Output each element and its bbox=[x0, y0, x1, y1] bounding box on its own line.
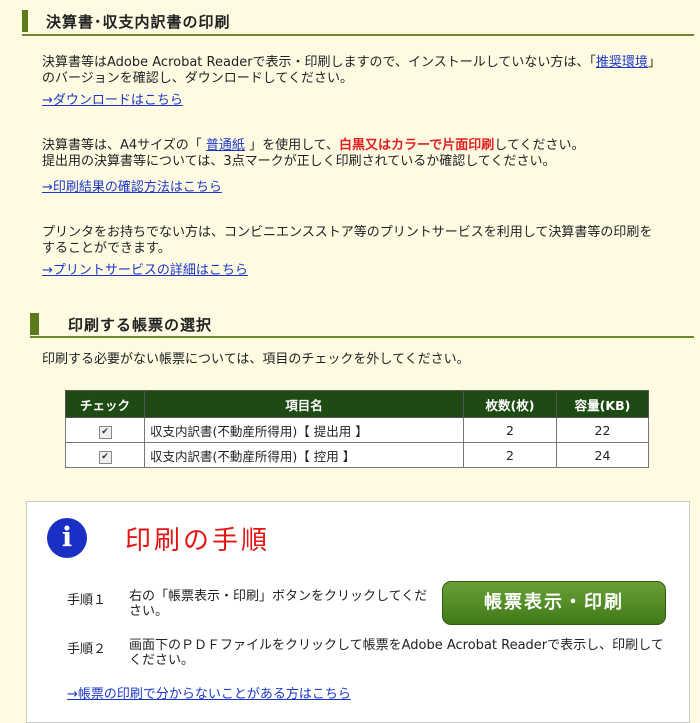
col-size: 容量(KB) bbox=[556, 390, 649, 418]
check-cell: ✔ bbox=[65, 417, 145, 443]
print-procedure-panel: i 印刷の手順 手順１ 右の「帳票表示・印刷」ボタンをクリックしてください。 帳… bbox=[26, 501, 690, 723]
printer-notice: プリンタをお持ちでない方は、コンビニエンスストア等のプリントサービスを利用して決… bbox=[42, 225, 653, 256]
section-header-form-select: 印刷する帳票の選択 bbox=[30, 310, 694, 338]
section-header-bar bbox=[30, 313, 39, 335]
paper-text-post: してください。 bbox=[494, 138, 585, 153]
step2-label: 手順２ bbox=[67, 642, 107, 657]
forms-table: チェック 項目名 枚数(枚) 容量(KB) ✔ 収支内訳書(不動産所得用)【 提… bbox=[65, 390, 649, 468]
plain-paper-link[interactable]: 普通紙 bbox=[206, 138, 245, 153]
display-print-button[interactable]: 帳票表示・印刷 bbox=[442, 581, 666, 625]
print-service-link[interactable]: →プリントサービスの詳細はこちら bbox=[42, 263, 248, 278]
print-help-link[interactable]: →帳票の印刷で分からないことがある方はこちら bbox=[67, 683, 351, 702]
section-title: 決算書･収支内訳書の印刷 bbox=[46, 13, 231, 31]
print-mode-emphasis: 白黒又はカラーで片面印刷 bbox=[339, 138, 495, 153]
col-check: チェック bbox=[65, 390, 145, 418]
col-item-name: 項目名 bbox=[144, 390, 464, 418]
info-icon: i bbox=[47, 518, 87, 558]
procedure-title: 印刷の手順 bbox=[125, 526, 271, 556]
section-title: 印刷する帳票の選択 bbox=[68, 316, 213, 334]
step1-label: 手順１ bbox=[67, 593, 107, 608]
section-header-print: 決算書･収支内訳書の印刷 bbox=[22, 8, 694, 36]
row-checkbox[interactable]: ✔ bbox=[98, 425, 112, 439]
paper-text-mid: 」を使用して、 bbox=[244, 138, 340, 153]
file-size: 24 bbox=[556, 442, 649, 468]
page-count: 2 bbox=[463, 417, 557, 443]
page-count: 2 bbox=[463, 442, 557, 468]
form-select-instruction: 印刷する必要がない帳票については、項目のチェックを外してください。 bbox=[42, 352, 470, 367]
col-pages: 枚数(枚) bbox=[463, 390, 557, 418]
table-row: ✔ 収支内訳書(不動産所得用)【 提出用 】 2 22 bbox=[65, 417, 649, 443]
recommended-env-link[interactable]: 推奨環境 bbox=[596, 55, 648, 70]
table-header-row: チェック 項目名 枚数(枚) 容量(KB) bbox=[65, 390, 649, 418]
step1-text: 右の「帳票表示・印刷」ボタンをクリックしてください。 bbox=[129, 589, 428, 619]
three-point-mark-notice: 提出用の決算書等については、3点マークが正しく印刷されているか確認してください。 bbox=[42, 154, 556, 169]
table-row: ✔ 収支内訳書(不動産所得用)【 控用 】 2 24 bbox=[65, 442, 649, 468]
download-link[interactable]: →ダウンロードはこちら bbox=[42, 93, 183, 108]
install-notice: 決算書等はAdobe Acrobat Readerで表示・印刷しますので、インス… bbox=[42, 55, 662, 87]
step2-text: 画面下のＰＤＦファイルをクリックして帳票をAdobe Acrobat Reade… bbox=[129, 638, 664, 668]
install-text: 決算書等はAdobe Acrobat Readerで表示・印刷しますので、インス… bbox=[42, 55, 596, 70]
item-name: 収支内訳書(不動産所得用)【 提出用 】 bbox=[144, 417, 464, 443]
paper-text: 決算書等は、A4サイズの「 bbox=[42, 138, 206, 153]
section-header-bar bbox=[22, 10, 28, 32]
print-result-check-link[interactable]: →印刷結果の確認方法はこちら bbox=[42, 180, 222, 195]
row-checkbox[interactable]: ✔ bbox=[98, 450, 112, 464]
item-name: 収支内訳書(不動産所得用)【 控用 】 bbox=[144, 442, 464, 468]
check-cell: ✔ bbox=[65, 442, 145, 468]
file-size: 22 bbox=[556, 417, 649, 443]
paper-notice: 決算書等は、A4サイズの「 普通紙 」を使用して、白黒又はカラーで片面印刷してく… bbox=[42, 138, 662, 170]
